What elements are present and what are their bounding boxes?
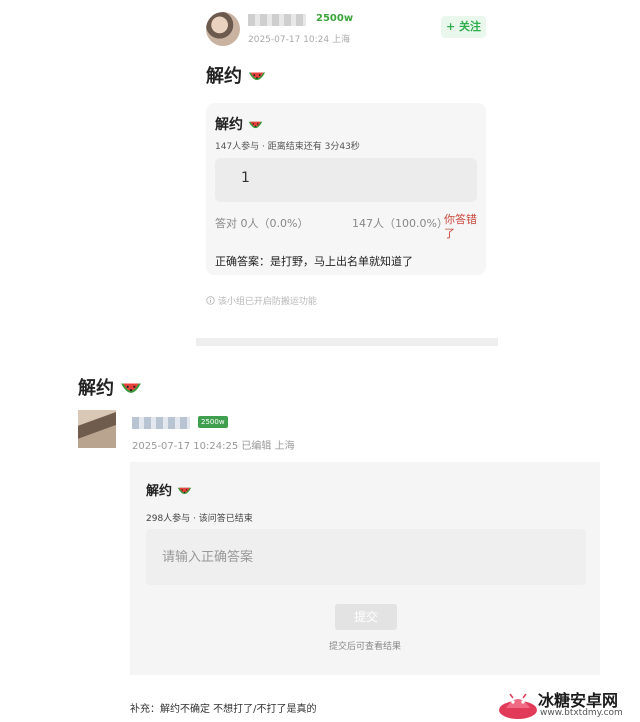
follower-badge: 2500w — [316, 13, 354, 24]
supplement-text: 补充：解约不确定 不想打了/不打了是真的 — [130, 704, 317, 715]
post-meta: 2025-07-17 10:24:25 已编辑 上海 — [132, 441, 295, 452]
username-blurred[interactable] — [248, 14, 306, 26]
quiz-card: 解约 147人参与 · 距离结束还有 3分43秒 1 答对 0人（0.0%） 1… — [206, 103, 486, 275]
follow-button[interactable]: + 关注 — [441, 16, 486, 38]
correct-answer-text: 正确答案：是打野，马上出名单就知道了 — [215, 255, 413, 268]
avatar[interactable] — [206, 12, 240, 46]
username-blurred[interactable] — [132, 417, 190, 429]
post-title: 解约 — [206, 62, 266, 88]
avatar[interactable] — [78, 410, 116, 448]
watermelon-emoji — [177, 487, 191, 495]
anti-repost-notice: 该小组已开启防搬运功能 — [206, 294, 317, 307]
submitted-answer-box: 1 — [215, 158, 477, 202]
watermelon-emoji — [121, 383, 142, 393]
site-watermark: 冰糖安卓网 www.btxtdmy.com — [498, 686, 640, 722]
post-title-text: 解约 — [78, 378, 114, 399]
quiz-card: 解约 298人参与 · 该问答已结束 提交 提交后可查看结果 — [130, 462, 600, 675]
quiz-title: 解约 — [215, 114, 263, 134]
submit-hint: 提交后可查看结果 — [328, 642, 401, 652]
anti-repost-notice-text: 该小组已开启防搬运功能 — [217, 297, 317, 307]
watermelon-emoji — [249, 72, 266, 81]
watermelon-emoji — [248, 121, 263, 128]
total-answer-stat: 147人（100.0%） — [352, 217, 448, 230]
wrong-answer-label: 你答错了 — [444, 213, 477, 240]
post-meta: 2025-07-17 10:24 上海 — [248, 35, 350, 45]
top-post: 2500w 2025-07-17 10:24 上海 + 关注 解约 解约 147… — [196, 0, 498, 348]
info-circle-icon — [206, 296, 215, 305]
divider — [196, 338, 498, 346]
quiz-title-text: 解约 — [146, 484, 173, 499]
submit-button[interactable]: 提交 — [335, 604, 397, 630]
quiz-title-text: 解约 — [215, 117, 243, 133]
android-logo — [499, 693, 537, 719]
correct-count-stat: 答对 0人（0.0%） — [215, 217, 309, 230]
post-title-text: 解约 — [206, 66, 242, 87]
quiz-participants: 298人参与 · 该问答已结束 — [146, 514, 253, 524]
submitted-answer: 1 — [241, 170, 250, 186]
quiz-participants: 147人参与 · 距离结束还有 3分43秒 — [215, 142, 360, 152]
follower-badge: 2500w — [198, 416, 228, 428]
answer-input[interactable] — [146, 529, 586, 585]
watermark-url: www.btxtdmy.com — [540, 708, 623, 718]
quiz-title: 解约 — [146, 480, 192, 499]
post-title: 解约 — [78, 374, 142, 400]
